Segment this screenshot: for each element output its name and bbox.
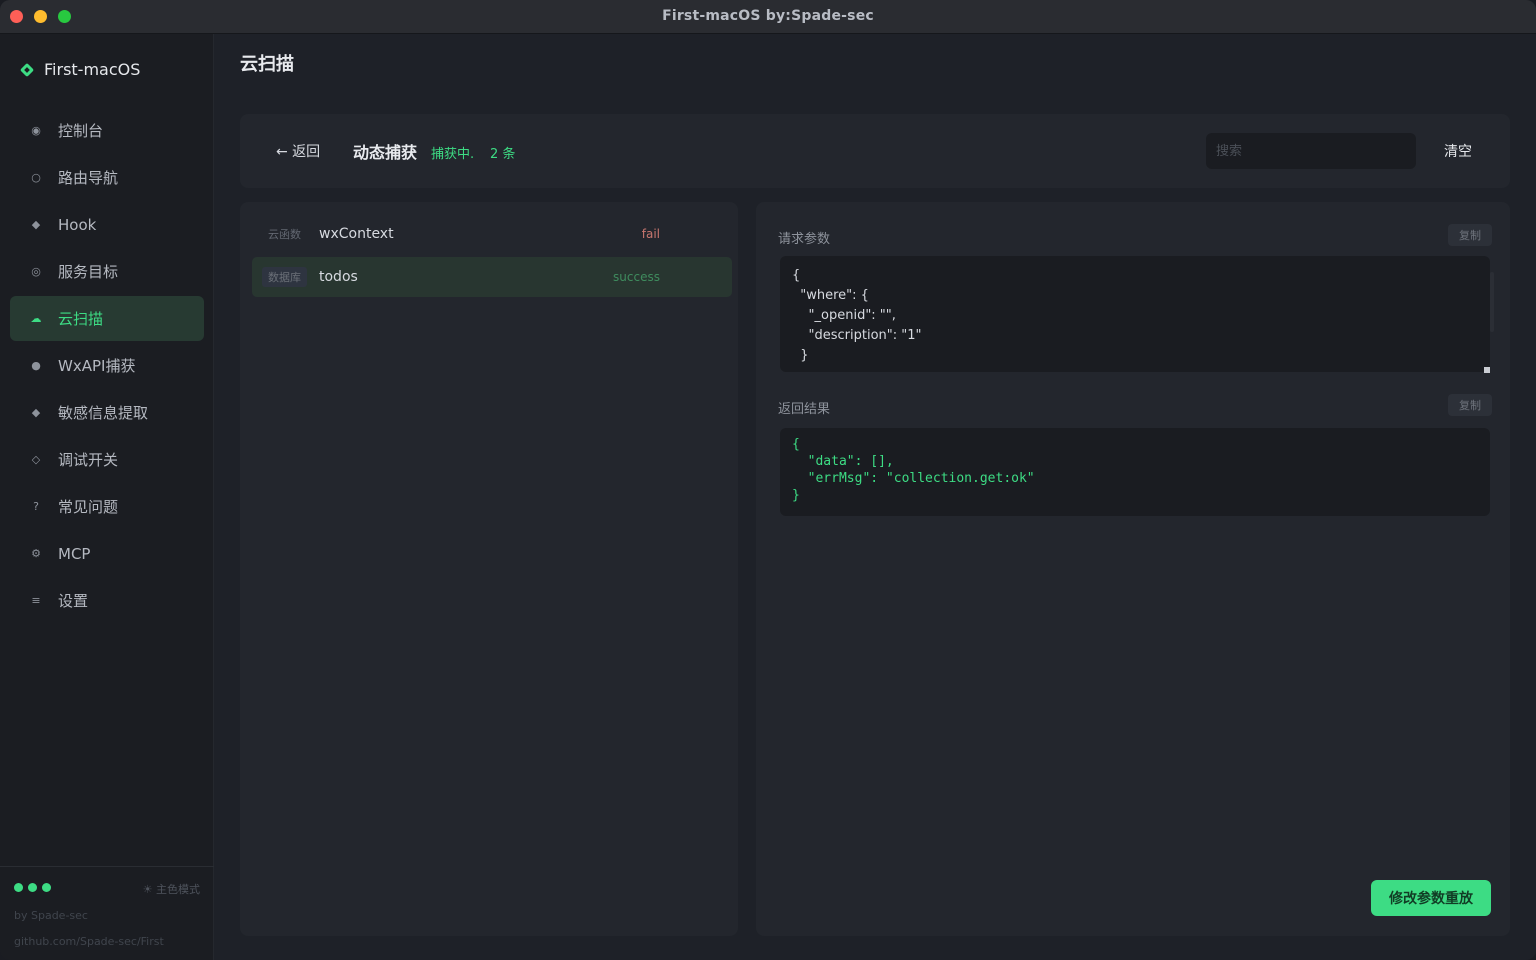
sidebar-footer: ☀ 主色模式 by Spade-sec github.com/Spade-sec…	[0, 866, 214, 960]
replay-button[interactable]: 修改参数重放	[1371, 880, 1491, 916]
sidebar-item-3[interactable]: ◎ 服务目标	[10, 249, 204, 294]
capture-toolbar: ← 返回 动态捕获 捕获中. 2 条 清空	[240, 114, 1510, 188]
sidebar-item-0[interactable]: ◉ 控制台	[10, 108, 204, 153]
sidebar-item-label: 服务目标	[58, 263, 119, 281]
search-input[interactable]	[1206, 133, 1416, 169]
target-icon: ◎	[31, 265, 41, 278]
sidebar-item-8[interactable]: ? 常见问题	[10, 484, 204, 529]
back-button[interactable]: ← 返回	[276, 141, 320, 161]
sidebar-item-label: 设置	[58, 592, 89, 610]
list-item[interactable]: 云函数 wxContext fail	[252, 214, 732, 254]
sensitive-icon: ◆	[31, 406, 41, 419]
item-name: wxContext	[319, 226, 394, 242]
status-badge: fail	[641, 227, 660, 241]
status-dots	[14, 883, 51, 892]
capture-status: 捕获中.	[431, 147, 475, 162]
dashboard-icon: ◉	[31, 124, 41, 137]
sidebar-item-label: 调试开关	[58, 451, 119, 469]
sidebar-item-9[interactable]: ⚙ MCP	[10, 531, 204, 576]
request-editor[interactable]: { "where": { "_openid": "", "description…	[780, 256, 1490, 372]
sidebar: First-macOS ◉ 控制台 ○ 路由导航 ◆ Hook ◎ 服务目标 ☁ 云扫描 ● WxAP…	[0, 34, 214, 960]
sidebar-item-4[interactable]: ☁ 云扫描	[10, 296, 204, 341]
sidebar-item-label: 常见问题	[58, 498, 119, 516]
list-item[interactable]: 数据库 todos success	[252, 257, 732, 297]
hook-icon: ◆	[31, 218, 41, 231]
sidebar-item-5[interactable]: ● WxAPI捕获	[10, 343, 204, 388]
copy-response-button[interactable]: 复制	[1448, 394, 1492, 416]
sidebar-item-label: Hook	[58, 215, 97, 234]
type-tag: 数据库	[262, 267, 307, 287]
sidebar-item-10[interactable]: ≡ 设置	[10, 578, 204, 623]
debug-icon: ◇	[31, 453, 41, 466]
item-name: todos	[319, 269, 358, 285]
request-list: 云函数 wxContext fail 数据库 todos success	[240, 202, 738, 936]
resize-handle[interactable]	[1484, 367, 1490, 373]
sidebar-item-label: 敏感信息提取	[58, 404, 149, 422]
mcp-icon: ⚙	[31, 547, 41, 560]
copy-request-button[interactable]: 复制	[1448, 224, 1492, 246]
brand: First-macOS	[20, 60, 140, 79]
status-badge: success	[613, 270, 660, 284]
sidebar-item-7[interactable]: ◇ 调试开关	[10, 437, 204, 482]
sidebar-item-label: 云扫描	[58, 310, 104, 328]
capture-title: 动态捕获	[353, 143, 418, 162]
settings-icon: ≡	[31, 594, 41, 607]
response-label: 返回结果	[778, 402, 831, 417]
sidebar-nav: ◉ 控制台 ○ 路由导航 ◆ Hook ◎ 服务目标 ☁ 云扫描 ● WxAPI捕获 ◆ 敏感信息提取 ◇ 调…	[10, 108, 204, 625]
app-window: First-macOS by:Spade-sec First-macOS ◉ 控制…	[0, 0, 1536, 960]
page-title: 云扫描	[240, 54, 294, 75]
author-text: by Spade-sec	[14, 909, 88, 922]
detail-panel: 请求参数 复制 { "where": { "_openid": "", "des…	[756, 202, 1510, 936]
logo-icon	[20, 63, 34, 77]
sidebar-item-label: MCP	[58, 544, 91, 563]
capture-count: 2 条	[490, 147, 516, 162]
cloud-icon: ☁	[30, 312, 42, 325]
clear-button[interactable]: 清空	[1444, 141, 1472, 161]
main-content: 云扫描 ← 返回 动态捕获 捕获中. 2 条 清空 云函数 wxContext …	[215, 34, 1536, 960]
sidebar-item-label: 路由导航	[58, 169, 119, 187]
window-title: First-macOS by:Spade-sec	[662, 8, 874, 24]
sidebar-item-2[interactable]: ◆ Hook	[10, 202, 204, 247]
title-bar: First-macOS by:Spade-sec	[0, 0, 1536, 34]
theme-toggle[interactable]: ☀ 主色模式	[143, 881, 200, 897]
request-label: 请求参数	[778, 232, 831, 247]
type-tag: 云函数	[268, 228, 301, 241]
sidebar-item-1[interactable]: ○ 路由导航	[10, 155, 204, 200]
question-icon: ?	[33, 500, 39, 513]
capture-icon: ●	[31, 359, 41, 372]
scrollbar[interactable]	[1490, 272, 1494, 332]
github-link[interactable]: github.com/Spade-sec/First	[14, 935, 164, 948]
sidebar-item-label: WxAPI捕获	[58, 357, 136, 375]
response-view: { "data": [], "errMsg": "collection.get:…	[780, 428, 1490, 516]
brand-name: First-macOS	[44, 60, 141, 79]
sidebar-item-label: 控制台	[58, 122, 104, 140]
route-icon: ○	[31, 171, 41, 184]
sidebar-item-6[interactable]: ◆ 敏感信息提取	[10, 390, 204, 435]
